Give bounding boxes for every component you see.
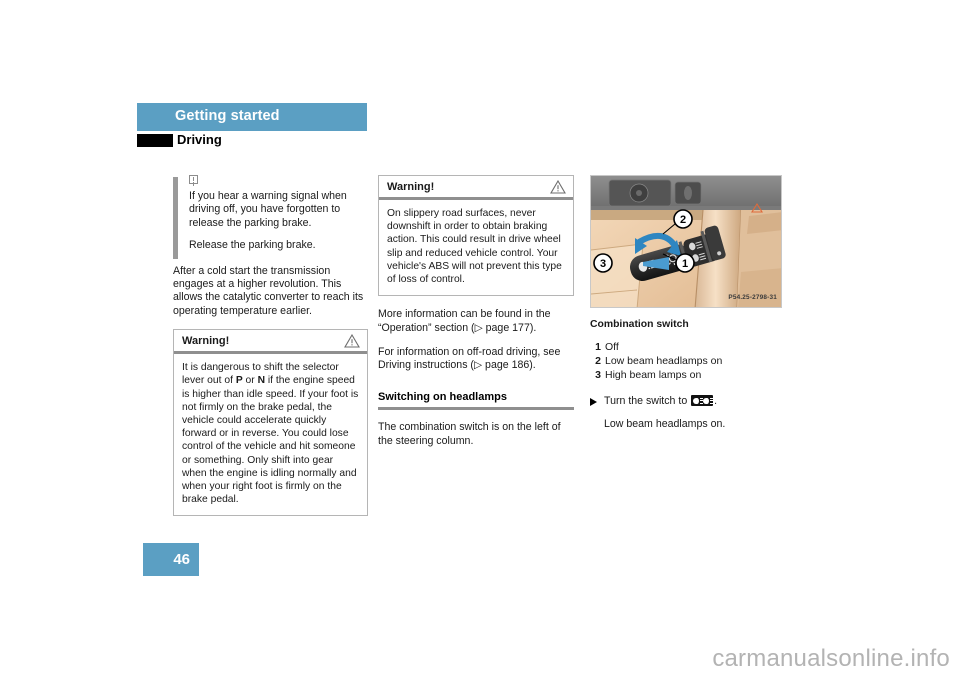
- legend-item: 3 High beam lamps on: [590, 368, 786, 382]
- warning-box: Warning! It is dangerous to shift the se…: [173, 329, 368, 517]
- warning-text: On slippery road surfaces, never downshi…: [387, 208, 562, 286]
- section-title: Driving: [177, 132, 222, 147]
- note-left-rule: [173, 177, 178, 259]
- figure-id-label: P54.25-2798-31: [728, 293, 777, 301]
- low-beam-headlamp-symbol: [691, 395, 714, 407]
- page-number: 46: [173, 551, 190, 568]
- column-one: If you hear a warning signal when drivin…: [173, 175, 368, 528]
- callout-3: 3: [593, 253, 613, 273]
- legend-item: 2 Low beam headlamps on: [590, 354, 786, 368]
- warning-triangle-icon: [550, 180, 566, 194]
- site-watermark: carmanualsonline.info: [712, 645, 950, 672]
- figure-caption: Combination switch: [590, 319, 689, 330]
- legend-number: 2: [595, 355, 601, 368]
- legend-number: 3: [595, 369, 601, 382]
- warning-title: Warning!: [182, 335, 230, 348]
- action-step-text: Turn the switch to .: [604, 395, 718, 408]
- combination-switch-illustration: 2 1 3: [591, 176, 781, 307]
- svg-text:3: 3: [600, 258, 606, 270]
- legend-label: Low beam headlamps on: [605, 355, 723, 368]
- legend-label: High beam lamps on: [605, 369, 702, 382]
- warning-box-header: Warning!: [174, 330, 367, 355]
- warning-box: Warning! On slippery road surfaces, neve…: [378, 175, 574, 297]
- warning-text: It is dangerous to shift the selector le…: [182, 362, 359, 506]
- chapter-title: Getting started: [175, 108, 280, 124]
- column-three: 2 1 3 P54.25-2798-31 Combination switch …: [590, 175, 786, 431]
- note-paragraph: If you hear a warning signal when drivin…: [189, 190, 347, 229]
- svg-text:1: 1: [682, 258, 688, 270]
- action-arrow-icon: [590, 395, 604, 409]
- note-block: If you hear a warning signal when drivin…: [173, 175, 368, 259]
- body-paragraph: More information can be found in the “Op…: [378, 308, 551, 334]
- body-paragraph: For information on off-road driving, see…: [378, 346, 561, 372]
- page-reference[interactable]: ▷ page 186: [474, 359, 529, 371]
- warning-triangle-icon: [344, 334, 360, 348]
- warning-box-header: Warning!: [379, 176, 573, 200]
- warning-box-body: On slippery road surfaces, never downshi…: [379, 200, 573, 295]
- figure-legend: 1 Off 2 Low beam headlamps on 3 High bea…: [590, 340, 786, 382]
- body-paragraph: The combination switch is on the left of…: [378, 421, 561, 447]
- svg-text:2: 2: [680, 214, 686, 226]
- warning-title: Warning!: [387, 181, 435, 193]
- warning-box-body: It is dangerous to shift the selector le…: [174, 354, 367, 515]
- body-paragraph: After a cold start the transmission enga…: [173, 264, 364, 317]
- section-marker-block: [137, 134, 173, 147]
- page-number-badge: 46: [143, 543, 199, 576]
- note-paragraph: Release the parking brake.: [189, 239, 316, 252]
- legend-number: 1: [595, 341, 601, 354]
- column-two: Warning! On slippery road surfaces, neve…: [378, 175, 574, 459]
- action-step: Turn the switch to .: [590, 395, 786, 409]
- document-page: Getting started Driving If you hear a wa…: [0, 0, 960, 678]
- combination-switch-figure: 2 1 3 P54.25-2798-31: [590, 175, 782, 308]
- action-result-text: Low beam headlamps on.: [604, 417, 726, 430]
- subsection-heading: Switching on headlamps: [378, 390, 507, 403]
- legend-label: Off: [605, 341, 619, 354]
- page-reference[interactable]: ▷ page 177: [475, 322, 530, 334]
- subsection-rule: [378, 407, 574, 411]
- legend-item: 1 Off: [590, 340, 786, 354]
- chapter-header-bar: Getting started: [137, 103, 367, 131]
- exclamation-box-icon: [189, 175, 198, 184]
